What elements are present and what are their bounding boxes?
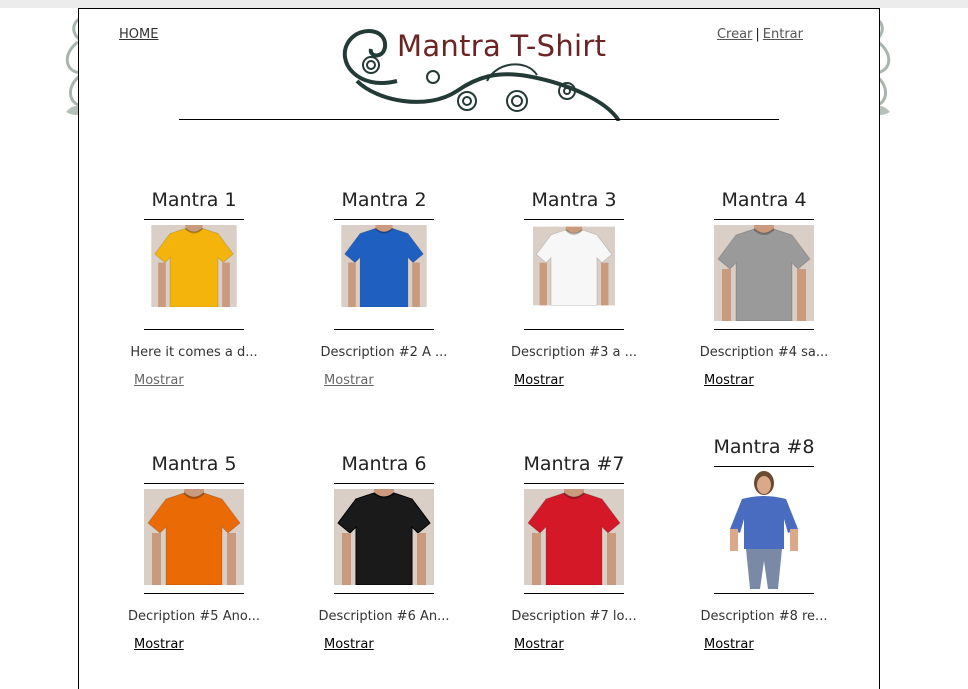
create-account-link[interactable]: Crear (717, 27, 752, 42)
show-product-link[interactable]: Mostrar (134, 637, 184, 652)
product-image-divider (714, 593, 814, 594)
model-tshirt-image (718, 471, 810, 591)
auth-links: Crear | Entrar (717, 27, 803, 42)
product-title: Mantra 5 (151, 453, 237, 475)
product-title-divider (144, 219, 244, 220)
product-title: Mantra #7 (523, 453, 625, 475)
product-image-divider (334, 593, 434, 594)
product-image-divider (334, 329, 434, 330)
show-product-link[interactable]: Mostrar (704, 373, 754, 388)
browser-top-strip (0, 0, 968, 8)
product-description: Description #2 A ... (320, 345, 448, 360)
auth-separator: | (755, 27, 760, 42)
product-title-divider (524, 483, 624, 484)
product-title-divider (714, 219, 814, 220)
product-description: Here it comes a d... (130, 345, 258, 360)
product-image-divider (524, 593, 624, 594)
tshirt-image (533, 226, 615, 306)
product-thumbnail[interactable] (533, 225, 615, 307)
show-product-link[interactable]: Mostrar (324, 373, 374, 388)
product-thumbnail[interactable] (718, 471, 810, 591)
tshirt-image (144, 489, 244, 586)
product-thumbnail[interactable] (151, 225, 237, 308)
product-thumbnail[interactable] (144, 489, 244, 586)
logo-title: Mantra T-Shirt (397, 29, 607, 63)
product-title-divider (524, 219, 624, 220)
product-card: Mantra 3 Description #3 a ... Mostrar (479, 187, 669, 393)
show-product-link[interactable]: Mostrar (514, 373, 564, 388)
tshirt-image (341, 225, 427, 308)
product-image-divider (714, 329, 814, 330)
product-image-divider (144, 593, 244, 594)
product-card: Mantra 6 Description #6 An... Mostrar (289, 451, 479, 657)
product-thumbnail[interactable] (334, 489, 434, 586)
product-title: Mantra 2 (341, 189, 427, 211)
product-card: Mantra 2 Description #2 A ... Mostrar (289, 187, 479, 393)
tshirt-image (524, 489, 624, 586)
product-description: Decription #5 Ano... (128, 609, 260, 624)
product-card: Mantra #8 Description #8 re... Mostrar (669, 434, 859, 657)
product-title-divider (334, 483, 434, 484)
product-description: Description #3 a ... (511, 345, 637, 360)
home-link[interactable]: HOME (119, 27, 158, 42)
page-container: HOME Crear | Entrar Mantra T-Shirt Mantra … (78, 8, 880, 689)
product-title: Mantra 6 (341, 453, 427, 475)
product-card: Mantra 4 Description #4 sa... Mostrar (669, 187, 859, 393)
tshirt-image (714, 225, 814, 322)
tshirt-image (334, 489, 434, 586)
product-image-divider (144, 329, 244, 330)
product-card: Mantra 1 Here it comes a d... Mostrar (99, 187, 289, 393)
product-card: Mantra #7 Description #7 lo... Mostrar (479, 451, 669, 657)
product-description: Description #6 An... (318, 609, 450, 624)
product-title-divider (714, 466, 814, 467)
product-title: Mantra 3 (531, 189, 617, 211)
tshirt-image (151, 225, 237, 308)
product-thumbnail[interactable] (714, 225, 814, 322)
show-product-link[interactable]: Mostrar (134, 373, 184, 388)
product-title: Mantra 1 (151, 189, 237, 211)
product-title: Mantra 4 (721, 189, 807, 211)
header-divider (179, 119, 779, 120)
login-link[interactable]: Entrar (763, 27, 803, 42)
product-title-divider (144, 483, 244, 484)
product-thumbnail[interactable] (341, 225, 427, 308)
show-product-link[interactable]: Mostrar (514, 637, 564, 652)
product-description: Description #7 lo... (511, 609, 637, 624)
product-title: Mantra #8 (713, 436, 815, 458)
show-product-link[interactable]: Mostrar (324, 637, 374, 652)
site-logo[interactable]: Mantra T-Shirt (337, 21, 627, 121)
product-card: Mantra 5 Decription #5 Ano... Mostrar (99, 451, 289, 657)
product-title-divider (334, 219, 434, 220)
product-image-divider (524, 329, 624, 330)
product-thumbnail[interactable] (524, 489, 624, 586)
product-description: Description #8 re... (700, 609, 828, 624)
show-product-link[interactable]: Mostrar (704, 637, 754, 652)
product-description: Description #4 sa... (699, 345, 829, 360)
